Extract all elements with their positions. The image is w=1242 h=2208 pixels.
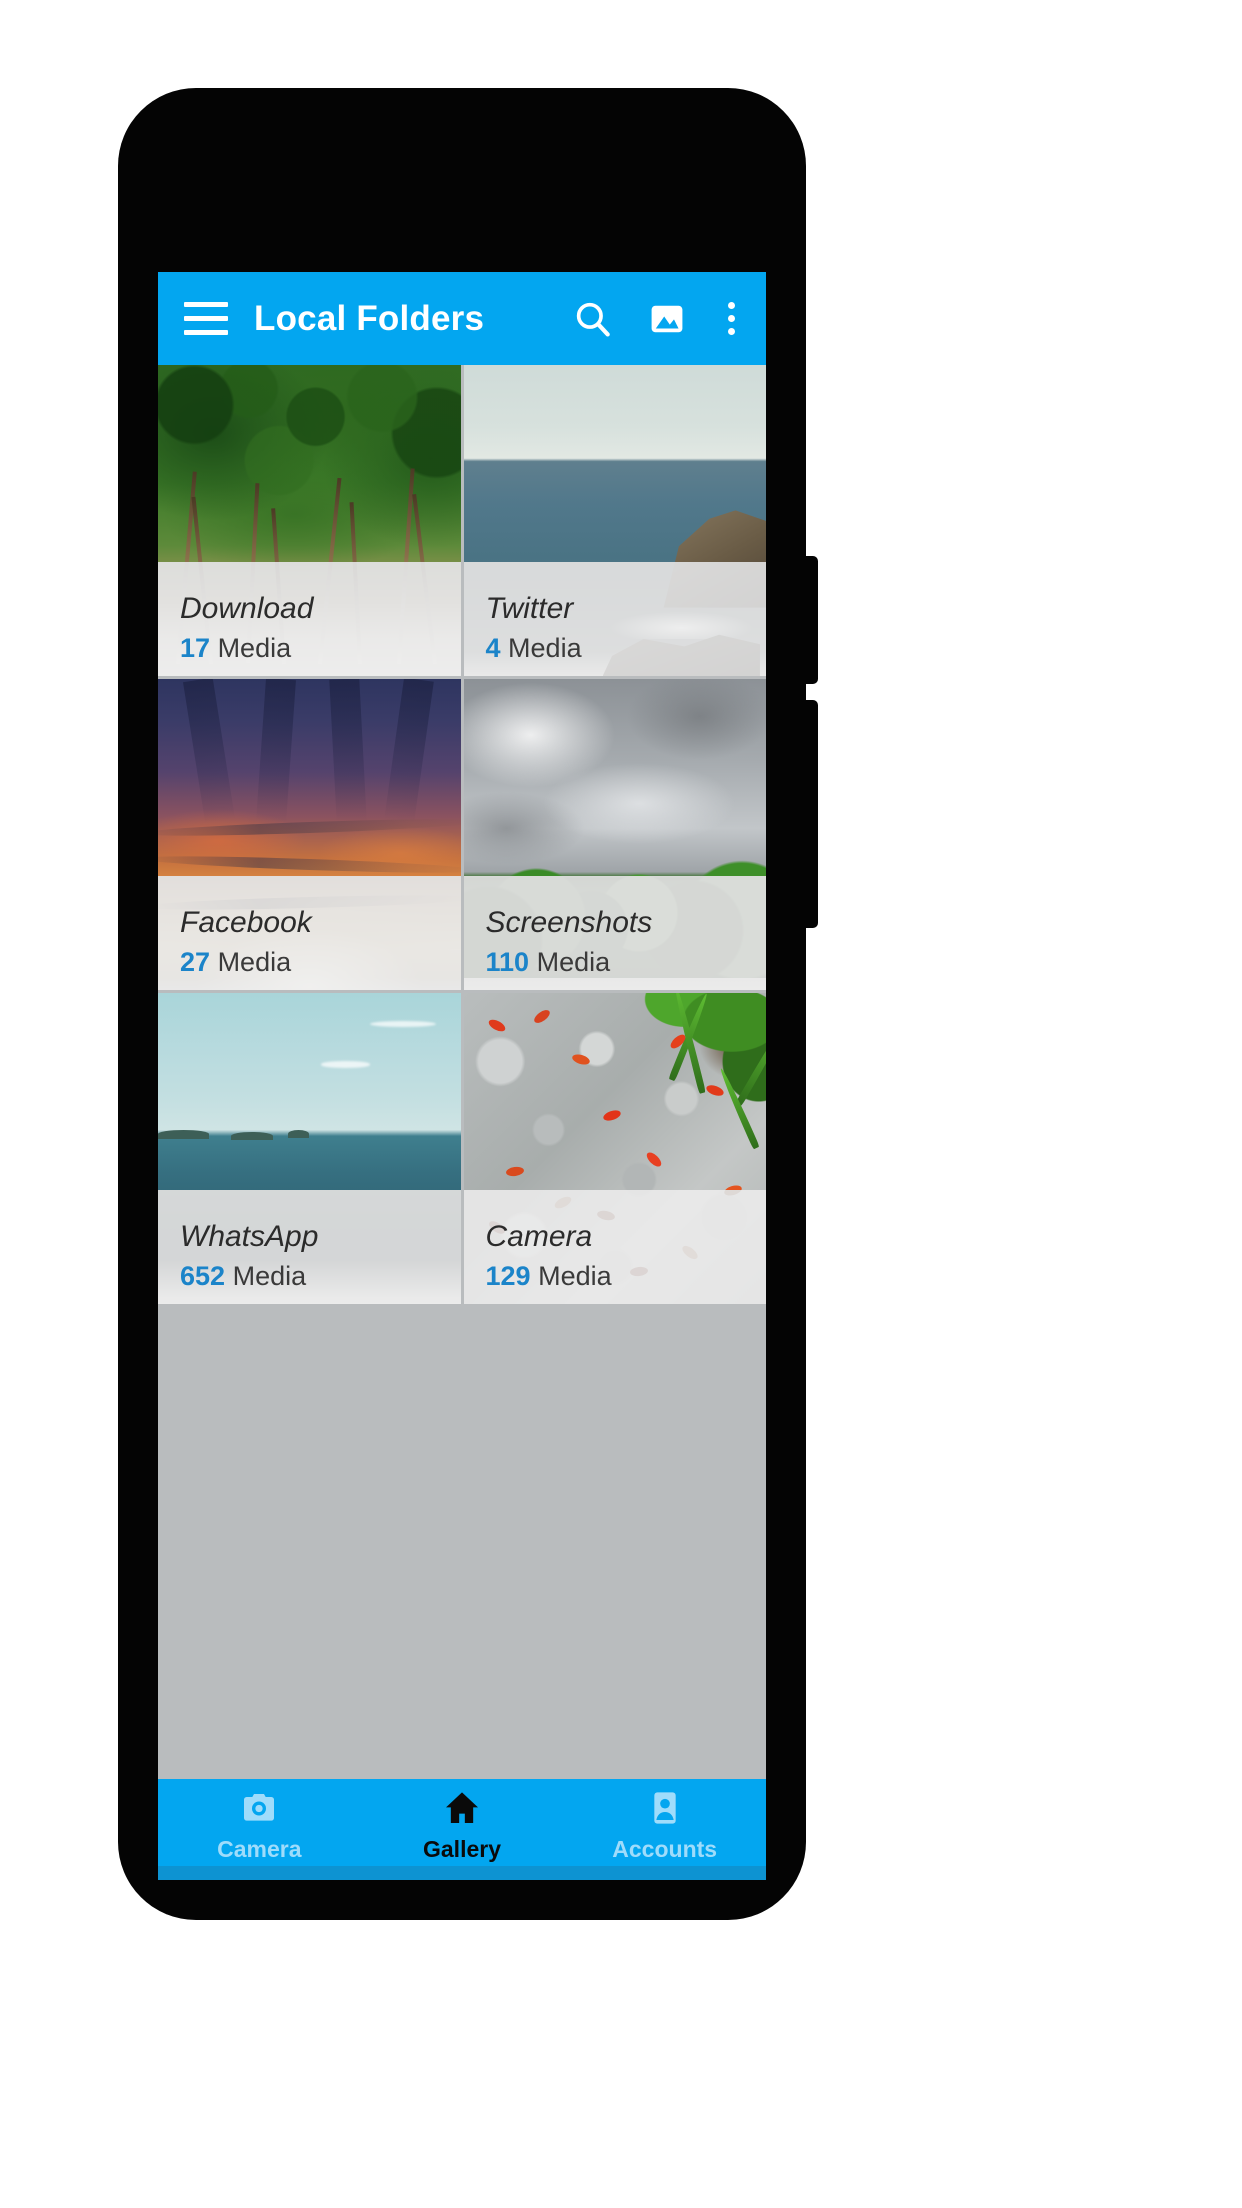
nav-label-camera: Camera bbox=[217, 1836, 302, 1862]
folder-count-unit: Media bbox=[538, 1261, 612, 1291]
menu-bar-1 bbox=[184, 302, 228, 307]
image-picture-icon[interactable] bbox=[646, 298, 688, 340]
folder-count-value: 27 bbox=[180, 947, 211, 977]
distant-island bbox=[158, 1130, 210, 1139]
folder-tile[interactable]: Facebook 27 Media bbox=[158, 679, 461, 990]
menu-bar-3 bbox=[184, 330, 228, 335]
hamburger-menu-icon[interactable] bbox=[178, 292, 232, 346]
cloud-ray bbox=[329, 679, 368, 823]
folder-count-value: 4 bbox=[485, 633, 501, 663]
nav-label-gallery: Gallery bbox=[423, 1836, 501, 1862]
folder-name: WhatsApp bbox=[180, 1220, 319, 1254]
flower-petal bbox=[571, 1052, 592, 1067]
flower-petal bbox=[644, 1149, 664, 1169]
folder-media-count: 17 Media bbox=[180, 635, 451, 662]
folder-media-count: 110 Media bbox=[486, 949, 757, 976]
folder-media-count: 652 Media bbox=[180, 1263, 451, 1290]
phone-power-button[interactable] bbox=[804, 700, 818, 928]
folder-caption: Twitter 4 Media bbox=[486, 592, 757, 662]
folder-caption: Download 17 Media bbox=[180, 592, 451, 662]
nav-label-accounts: Accounts bbox=[612, 1836, 718, 1862]
folder-tile[interactable]: Twitter 4 Media bbox=[463, 365, 766, 676]
folder-caption: Screenshots 110 Media bbox=[486, 906, 757, 976]
folder-name: Facebook bbox=[180, 906, 312, 940]
folder-count-value: 652 bbox=[180, 1261, 226, 1291]
camera-icon bbox=[239, 1788, 279, 1833]
folder-caption: WhatsApp 652 Media bbox=[180, 1220, 451, 1290]
folder-count-unit: Media bbox=[217, 947, 292, 977]
cloud-ray bbox=[255, 679, 297, 823]
folder-count-unit: Media bbox=[232, 1261, 307, 1291]
folder-media-count: 4 Media bbox=[486, 635, 757, 662]
folder-tile[interactable]: WhatsApp 652 Media bbox=[158, 993, 461, 1304]
phone-screen: Local Folders Download 17 Media Twitter … bbox=[158, 272, 766, 1880]
folder-media-count: 129 Media bbox=[486, 1263, 757, 1290]
nav-item-camera[interactable]: Camera bbox=[158, 1779, 361, 1880]
home-icon bbox=[442, 1788, 482, 1833]
folder-caption: Facebook 27 Media bbox=[180, 906, 451, 976]
cloud-ray bbox=[183, 679, 236, 824]
folder-tile[interactable]: Download 17 Media bbox=[158, 365, 461, 676]
search-icon[interactable] bbox=[572, 298, 614, 340]
folder-count-unit: Media bbox=[217, 633, 292, 663]
distant-island bbox=[230, 1131, 273, 1140]
folder-count-value: 110 bbox=[485, 947, 530, 977]
folder-count-value: 17 bbox=[180, 633, 211, 663]
flower-petal bbox=[601, 1108, 622, 1123]
folder-count-value: 129 bbox=[485, 1261, 531, 1291]
nav-item-accounts[interactable]: Accounts bbox=[563, 1779, 766, 1880]
more-vertical-kebab-icon[interactable] bbox=[720, 302, 742, 335]
folder-tile[interactable]: Camera 129 Media bbox=[463, 993, 766, 1304]
folder-name: Screenshots bbox=[485, 906, 653, 940]
folder-name: Camera bbox=[485, 1220, 593, 1254]
flower-petal bbox=[532, 1007, 552, 1026]
page-title: Local Folders bbox=[254, 298, 485, 338]
cloud-wisp bbox=[321, 1061, 370, 1068]
folder-grid: Download 17 Media Twitter 4 Media Facebo… bbox=[158, 365, 766, 1779]
folder-tile[interactable]: Screenshots 110 Media bbox=[463, 679, 766, 990]
account-contact-card-icon bbox=[645, 1788, 685, 1833]
nav-item-gallery[interactable]: Gallery bbox=[361, 1779, 564, 1880]
bottom-navigation-bar: Camera Gallery Accounts bbox=[158, 1779, 766, 1880]
folder-name: Download bbox=[180, 592, 314, 626]
cloud-streak bbox=[158, 816, 461, 839]
folder-caption: Camera 129 Media bbox=[486, 1220, 757, 1290]
distant-island bbox=[288, 1129, 310, 1138]
flower-petal bbox=[505, 1165, 525, 1178]
screenshot-canvas: Local Folders Download 17 Media Twitter … bbox=[0, 0, 1242, 2208]
flower-petal bbox=[486, 1017, 507, 1034]
folder-media-count: 27 Media bbox=[180, 949, 451, 976]
menu-bar-2 bbox=[184, 316, 228, 321]
kebab-dot-2 bbox=[727, 315, 735, 322]
folder-name: Twitter bbox=[485, 592, 574, 626]
cloud-streak bbox=[158, 853, 461, 877]
app-bar-actions bbox=[572, 298, 746, 340]
foliage-layer bbox=[158, 365, 461, 565]
folder-count-unit: Media bbox=[508, 633, 582, 663]
cloud-wisp bbox=[369, 1020, 437, 1028]
kebab-dot-3 bbox=[727, 328, 735, 335]
folder-count-unit: Media bbox=[536, 947, 611, 977]
app-bar: Local Folders bbox=[158, 272, 766, 365]
cloud-ray bbox=[384, 679, 434, 824]
phone-volume-button[interactable] bbox=[804, 556, 818, 684]
kebab-dot-1 bbox=[727, 302, 735, 309]
